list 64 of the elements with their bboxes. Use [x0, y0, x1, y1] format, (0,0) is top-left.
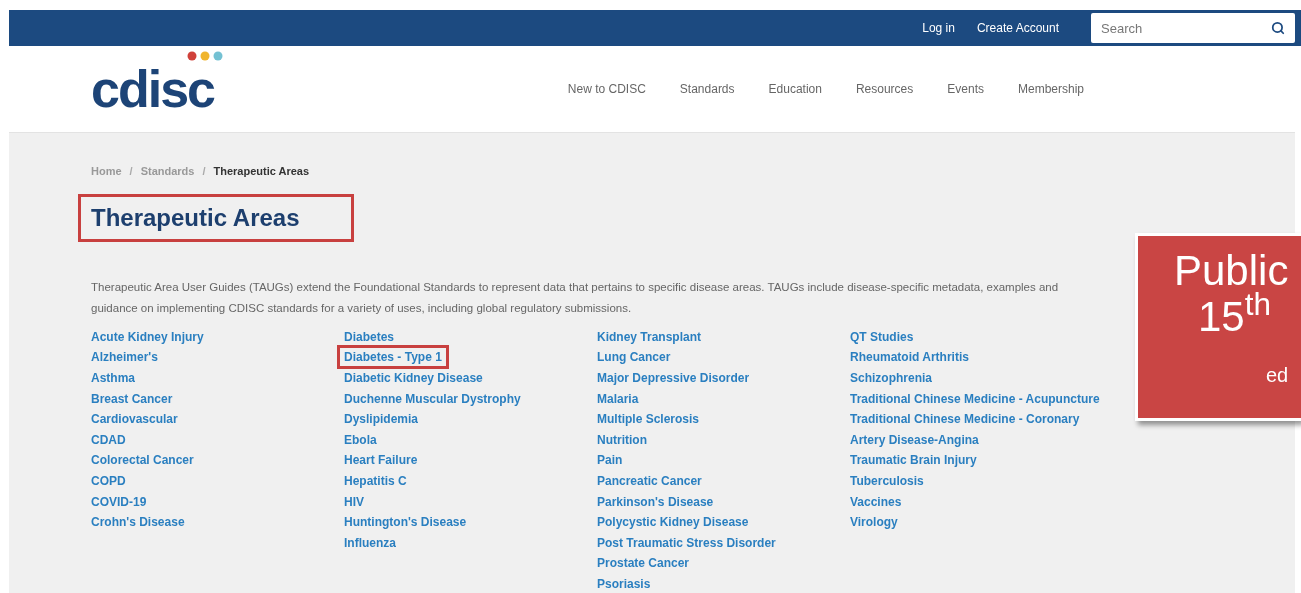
- nav-link[interactable]: Education: [768, 80, 822, 98]
- breadcrumb-current: Therapeutic Areas: [213, 164, 310, 179]
- area-link[interactable]: Hepatitis C: [344, 471, 407, 490]
- nav-link[interactable]: Standards: [679, 80, 735, 98]
- area-link[interactable]: Psoriasis: [597, 574, 651, 593]
- nav-link[interactable]: New to CDISC: [567, 80, 646, 98]
- area-link[interactable]: Huntington's Disease: [344, 513, 467, 532]
- area-link[interactable]: Traditional Chinese Medicine - Coronary: [850, 410, 1080, 429]
- breadcrumb-separator: /: [129, 164, 133, 179]
- breadcrumb-separator: /: [202, 164, 206, 179]
- page-title: Therapeutic Areas: [81, 196, 351, 239]
- area-link[interactable]: Lung Cancer: [597, 348, 671, 367]
- area-link[interactable]: COVID-19: [91, 492, 147, 511]
- area-link[interactable]: Pancreatic Cancer: [597, 471, 702, 490]
- nav-link[interactable]: Membership: [1017, 80, 1084, 98]
- nav-link[interactable]: Events: [947, 80, 984, 98]
- area-link[interactable]: Traditional Chinese Medicine - Acupuncture: [850, 389, 1100, 408]
- area-link[interactable]: Virology: [850, 513, 898, 532]
- area-link[interactable]: Crohn's Disease: [91, 513, 185, 532]
- area-link[interactable]: Vaccines: [850, 492, 902, 511]
- area-link[interactable]: Kidney Transplant: [597, 327, 702, 346]
- area-link[interactable]: Malaria: [597, 389, 639, 408]
- area-link[interactable]: COPD: [91, 471, 126, 490]
- area-link[interactable]: HIV: [344, 492, 364, 511]
- breadcrumb-link[interactable]: Standards: [140, 163, 195, 180]
- area-link[interactable]: Colorectal Cancer: [91, 451, 194, 470]
- description: Therapeutic Area User Guides (TAUGs) extend the Foundational Standards to represent data that pertains to specific disease areas. TAUGs include disease-specific metadata, examples and guidance on implementing CDISC standards for a variety of uses, including global regulatory submissions.: [91, 279, 1060, 316]
- breadcrumb-link[interactable]: Home: [91, 163, 122, 180]
- area-link[interactable]: Diabetic Kidney Disease: [344, 369, 483, 387]
- area-link[interactable]: Tuberculosis: [850, 471, 924, 490]
- area-link[interactable]: Cardiovascular: [91, 410, 178, 429]
- area-link[interactable]: Artery Disease-Angina: [850, 430, 979, 449]
- area-link[interactable]: Influenza: [344, 533, 396, 552]
- area-link[interactable]: Schizophrenia: [850, 369, 932, 387]
- area-link[interactable]: CDAD: [91, 430, 126, 449]
- area-link[interactable]: Major Depressive Disorder: [597, 369, 750, 387]
- search-field[interactable]: Search: [1091, 13, 1295, 43]
- search-icon[interactable]: [1271, 21, 1285, 35]
- area-link[interactable]: Multiple Sclerosis: [597, 410, 700, 429]
- area-link[interactable]: Diabetes - Type 1: [340, 348, 446, 367]
- area-link[interactable]: Prostate Cancer: [597, 554, 690, 573]
- area-link[interactable]: Duchenne Muscular Dystrophy: [344, 389, 521, 408]
- area-link[interactable]: Alzheimer's: [91, 348, 158, 367]
- area-link[interactable]: Dyslipidemia: [344, 410, 419, 429]
- area-link[interactable]: Rheumatoid Arthritis: [850, 348, 969, 367]
- area-link[interactable]: Breast Cancer: [91, 389, 173, 408]
- area-link[interactable]: Parkinson's Disease: [597, 492, 714, 511]
- nav-link[interactable]: Resources: [855, 80, 914, 98]
- area-link[interactable]: Acute Kidney Injury: [91, 327, 204, 346]
- logo[interactable]: cdisc: [91, 60, 214, 118]
- area-link[interactable]: Heart Failure: [344, 451, 418, 470]
- area-link[interactable]: Diabetes: [344, 327, 395, 346]
- callout-text: 15$^{th}$: [1197, 294, 1272, 340]
- area-link[interactable]: Ebola: [344, 430, 377, 449]
- area-link[interactable]: Asthma: [91, 369, 135, 387]
- area-link[interactable]: Polycystic Kidney Disease: [597, 513, 749, 532]
- area-link[interactable]: Post Traumatic Stress Disorder: [597, 533, 776, 552]
- area-link[interactable]: QT Studies: [850, 327, 914, 346]
- top-link[interactable]: Create Account: [976, 19, 1059, 37]
- callout-text: ed: [1265, 363, 1290, 388]
- area-link[interactable]: Pain: [597, 451, 623, 470]
- area-link[interactable]: Traumatic Brain Injury: [850, 451, 977, 470]
- area-link[interactable]: Nutrition: [597, 430, 647, 449]
- top-link[interactable]: Log in: [922, 19, 955, 37]
